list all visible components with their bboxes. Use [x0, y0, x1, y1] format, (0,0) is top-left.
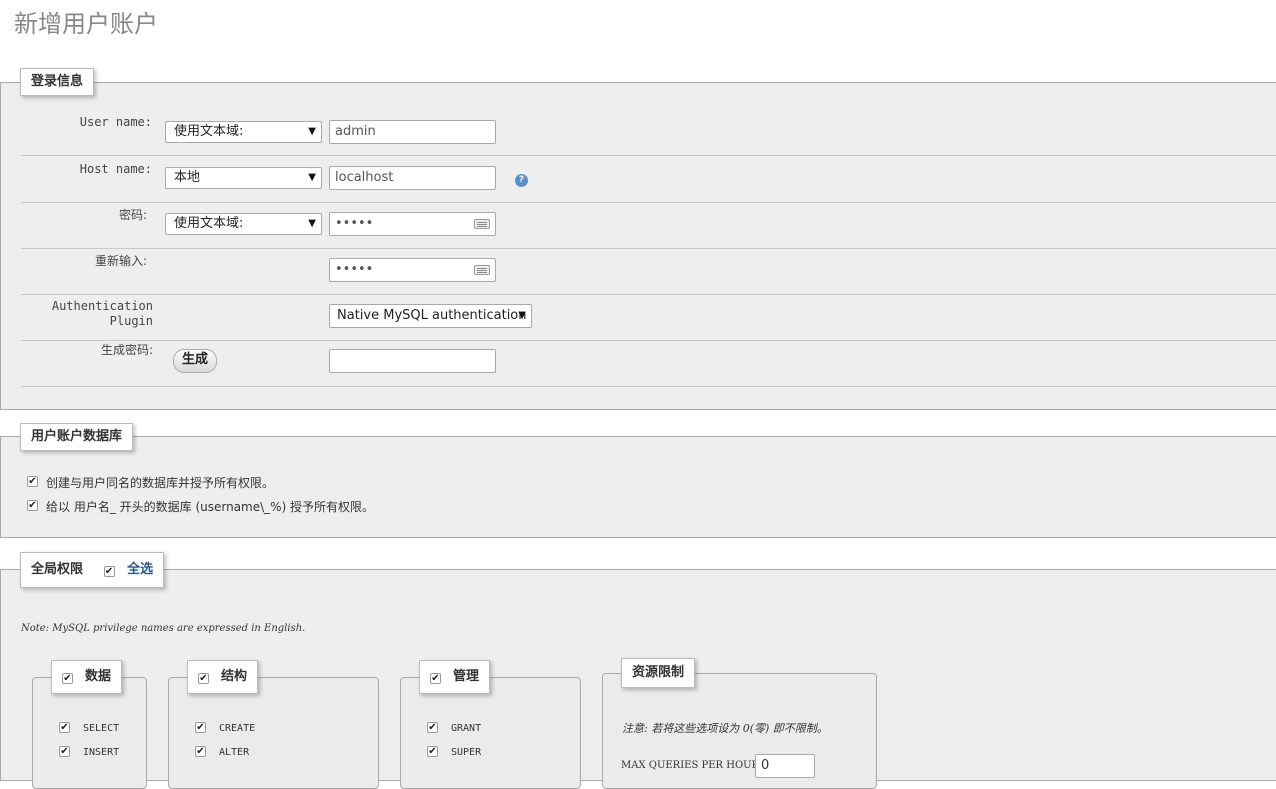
auth-plugin-label-line2: Plugin: [109, 314, 153, 328]
create-db-checkbox[interactable]: ✔: [27, 476, 38, 487]
password-select[interactable]: 使用文本域: ▼: [165, 213, 322, 235]
select-checkbox[interactable]: ✔: [59, 722, 70, 733]
chevron-down-icon: ▼: [308, 126, 316, 137]
wildcard-db-label[interactable]: 给以 用户名_ 开头的数据库 (username\_%) 授予所有权限。: [46, 498, 374, 515]
retype-password-input[interactable]: •••••: [329, 258, 496, 282]
login-info-legend: 登录信息: [20, 68, 95, 96]
password-label: 密码:: [118, 208, 147, 222]
database-legend: 用户账户数据库: [20, 423, 134, 451]
generate-button[interactable]: 生成: [173, 349, 218, 373]
data-group-title: 数据: [85, 669, 112, 684]
structure-group-legend: ✔ 结构: [187, 660, 259, 694]
generate-label: 生成密码:: [100, 343, 153, 357]
max-queries-input[interactable]: 0: [755, 754, 815, 778]
user-name-input[interactable]: admin: [329, 120, 496, 144]
global-privileges-legend: 全局权限 ✔ 全选: [20, 552, 165, 588]
privilege-note: Note: MySQL privilege names are expresse…: [21, 623, 306, 634]
create-db-label[interactable]: 创建与用户同名的数据库并授予所有权限。: [46, 474, 274, 491]
help-icon[interactable]: ?: [515, 174, 528, 187]
resource-note: 注意: 若将这些选项设为 0(零) 即不限制。: [622, 722, 828, 735]
host-name-select[interactable]: 本地 ▼: [165, 167, 322, 189]
user-name-row: User name: 使用文本域: ▼ admin: [21, 83, 1276, 156]
max-queries-label: MAX QUERIES PER HOUR: [621, 760, 760, 771]
chevron-down-icon: ▼: [518, 310, 526, 321]
select-all-checkbox[interactable]: ✔: [103, 566, 115, 577]
auth-plugin-label-line1: Authentication: [51, 299, 153, 313]
super-checkbox[interactable]: ✔: [427, 746, 438, 757]
password-value: •••••: [335, 216, 374, 231]
grant-checkbox[interactable]: ✔: [427, 722, 438, 733]
password-row: 密码: 使用文本域: ▼ •••••: [21, 202, 1276, 249]
keyboard-icon[interactable]: [474, 265, 490, 275]
host-name-label: Host name:: [79, 162, 152, 176]
insert-label[interactable]: INSERT: [83, 747, 119, 758]
auth-plugin-row: Authentication Plugin Native MySQL authe…: [21, 294, 1276, 341]
password-select-value: 使用文本域:: [174, 216, 244, 231]
super-label[interactable]: SUPER: [451, 747, 481, 758]
admin-group-legend: ✔ 管理: [419, 660, 491, 694]
insert-checkbox[interactable]: ✔: [59, 746, 70, 757]
auth-plugin-select-value: Native MySQL authentication: [337, 308, 527, 323]
user-name-select[interactable]: 使用文本域: ▼: [165, 121, 322, 143]
data-group-checkbox[interactable]: ✔: [62, 673, 73, 684]
admin-group-title: 管理: [453, 669, 480, 684]
retype-label: 重新输入:: [94, 254, 147, 268]
host-name-input[interactable]: localhost: [329, 166, 496, 190]
chevron-down-icon: ▼: [308, 218, 316, 229]
chevron-down-icon: ▼: [308, 172, 316, 183]
select-all-link[interactable]: 全选: [127, 562, 153, 577]
database-fieldset: ✔ 创建与用户同名的数据库并授予所有权限。 ✔ 给以 用户名_ 开头的数据库 (…: [0, 436, 1276, 538]
host-name-row: Host name: 本地 ▼ localhost ?: [21, 156, 1276, 203]
page-title: 新增用户账户: [14, 10, 158, 38]
auth-plugin-select[interactable]: Native MySQL authentication ▼: [329, 304, 532, 328]
create-label[interactable]: CREATE: [219, 723, 255, 734]
resource-limits-legend: 资源限制: [621, 658, 696, 688]
create-checkbox[interactable]: ✔: [195, 722, 206, 733]
keyboard-icon[interactable]: [474, 219, 490, 229]
login-info-fieldset: User name: 使用文本域: ▼ admin Host name: 本地 …: [0, 82, 1276, 410]
user-name-select-value: 使用文本域:: [174, 124, 244, 139]
auth-plugin-label: Authentication Plugin: [21, 299, 153, 329]
password-input[interactable]: •••••: [329, 212, 496, 236]
retype-row: 重新输入: •••••: [21, 248, 1276, 295]
alter-checkbox[interactable]: ✔: [195, 746, 206, 757]
generate-row: 生成密码: 生成: [21, 340, 1276, 387]
host-name-select-value: 本地: [174, 170, 201, 185]
structure-group-title: 结构: [221, 669, 248, 684]
data-group-legend: ✔ 数据: [51, 660, 123, 694]
retype-value: •••••: [335, 262, 374, 277]
alter-label[interactable]: ALTER: [219, 747, 249, 758]
generated-password-input[interactable]: [329, 349, 496, 373]
select-label[interactable]: SELECT: [83, 723, 119, 734]
resource-limits-box: 注意: 若将这些选项设为 0(零) 即不限制。 MAX QUERIES PER …: [602, 673, 877, 789]
wildcard-db-checkbox[interactable]: ✔: [27, 500, 38, 511]
global-privileges-title: 全局权限: [31, 562, 84, 577]
grant-label[interactable]: GRANT: [451, 723, 481, 734]
user-name-label: User name:: [79, 115, 152, 129]
structure-group-checkbox[interactable]: ✔: [198, 673, 209, 684]
admin-group-checkbox[interactable]: ✔: [430, 673, 441, 684]
